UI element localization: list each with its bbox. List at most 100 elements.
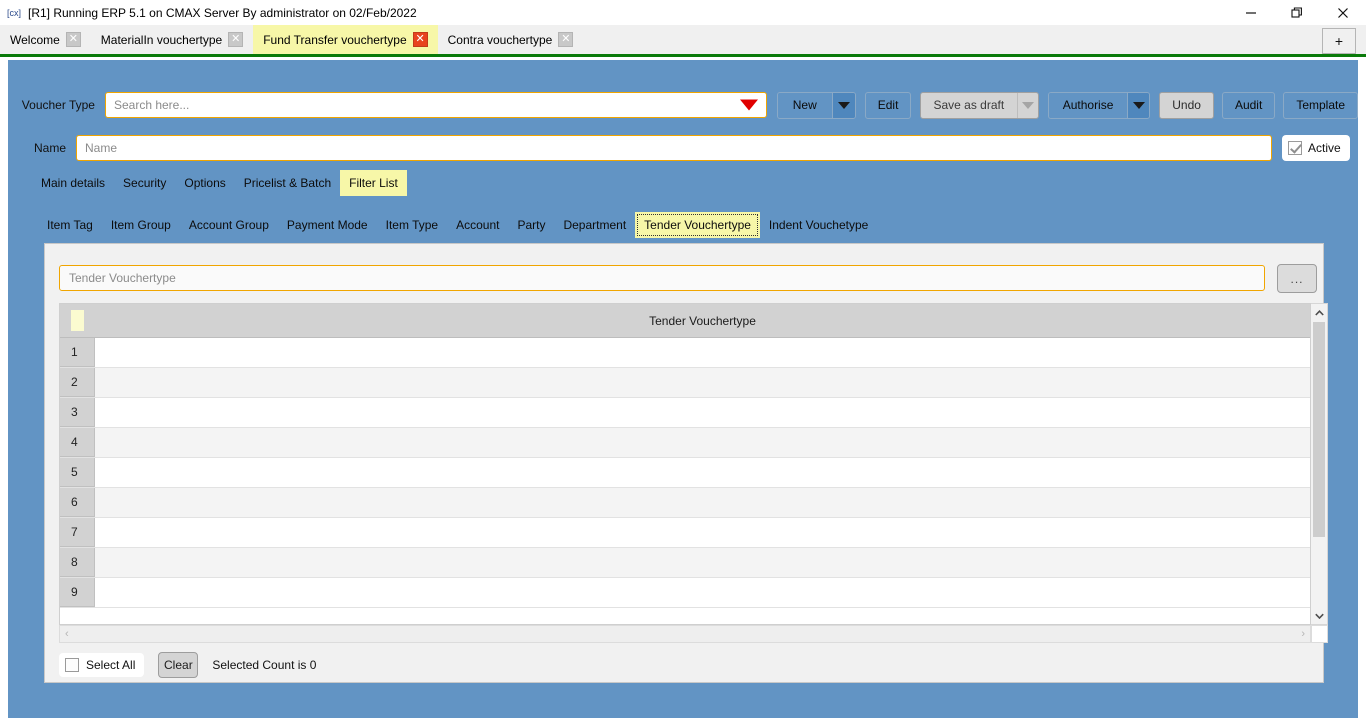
search-placeholder: Search here... (106, 98, 189, 112)
voucher-type-row: Voucher Type Search here... New Edit Sav… (8, 90, 1358, 120)
subtab-item-tag[interactable]: Item Tag (38, 212, 102, 238)
table-row[interactable]: 3 (60, 398, 1310, 428)
grid-corner-cell[interactable] (60, 304, 95, 337)
row-cell-tender-vouchertype[interactable] (95, 338, 1310, 367)
table-row[interactable]: 4 (60, 428, 1310, 458)
row-cell-tender-vouchertype[interactable] (95, 428, 1310, 457)
subtab-item-group[interactable]: Item Group (102, 212, 180, 238)
tab-close-icon[interactable]: ✕ (66, 32, 81, 47)
tab-filter-list[interactable]: Filter List (340, 170, 407, 196)
minimize-icon[interactable] (1228, 0, 1274, 25)
subtab-payment-mode[interactable]: Payment Mode (278, 212, 377, 238)
tab-close-icon[interactable]: ✕ (228, 32, 243, 47)
row-cell-tender-vouchertype[interactable] (95, 548, 1310, 577)
tender-vouchertype-input[interactable]: Tender Vouchertype (59, 265, 1265, 291)
filter-list-panel: Tender Vouchertype ... Tender Vouchertyp… (44, 243, 1324, 683)
checkbox-checked-icon (1288, 141, 1302, 155)
window-titlebar: [cx] [R1] Running ERP 5.1 on CMAX Server… (0, 0, 1366, 25)
tab-main-details[interactable]: Main details (32, 170, 114, 196)
checkbox-unchecked-icon (65, 658, 79, 672)
row-number: 4 (60, 428, 95, 457)
chevron-down-icon[interactable] (832, 93, 856, 118)
authorise-label: Authorise (1049, 93, 1127, 118)
chevron-down-icon[interactable] (1017, 93, 1038, 118)
scroll-left-icon[interactable]: ‹ (65, 628, 69, 640)
name-label: Name (8, 141, 76, 155)
subtab-account-group[interactable]: Account Group (180, 212, 278, 238)
tab-welcome[interactable]: Welcome ✕ (0, 25, 91, 54)
clear-button[interactable]: Clear (158, 652, 198, 678)
table-row[interactable]: 6 (60, 488, 1310, 518)
table-row[interactable]: 1 (60, 338, 1310, 368)
subtab-party[interactable]: Party (508, 212, 554, 238)
template-button[interactable]: Template (1283, 92, 1358, 119)
row-cell-tender-vouchertype[interactable] (95, 458, 1310, 487)
browse-button[interactable]: ... (1277, 264, 1317, 293)
close-icon[interactable] (1320, 0, 1366, 25)
document-tabstrip: Welcome ✕ MaterialIn vouchertype ✕ Fund … (0, 25, 1366, 57)
voucher-type-search-input[interactable]: Search here... (105, 92, 767, 118)
row-number: 5 (60, 458, 95, 487)
tab-security[interactable]: Security (114, 170, 175, 196)
main-panel: Voucher Type Search here... New Edit Sav… (8, 60, 1358, 718)
row-cell-tender-vouchertype[interactable] (95, 488, 1310, 517)
save-as-draft-button[interactable]: Save as draft (920, 92, 1039, 119)
new-tab-button[interactable]: + (1322, 28, 1356, 54)
scroll-right-icon[interactable]: › (1301, 628, 1305, 640)
tab-label: Contra vouchertype (448, 33, 553, 47)
selected-count-label: Selected Count is 0 (212, 658, 316, 672)
tab-materialin-vouchertype[interactable]: MaterialIn vouchertype ✕ (91, 25, 253, 54)
subtab-item-type[interactable]: Item Type (377, 212, 447, 238)
scroll-up-icon[interactable] (1311, 304, 1327, 321)
primary-tabs: Main details Security Options Pricelist … (32, 170, 407, 196)
row-cell-tender-vouchertype[interactable] (95, 398, 1310, 427)
tab-options[interactable]: Options (175, 170, 234, 196)
new-button[interactable]: New (777, 92, 857, 119)
row-number: 7 (60, 518, 95, 547)
row-cell-tender-vouchertype[interactable] (95, 368, 1310, 397)
subtab-indent-vouchetype[interactable]: Indent Vouchetype (760, 212, 877, 238)
chevron-down-icon[interactable] (1127, 93, 1149, 118)
save-as-draft-label: Save as draft (921, 93, 1017, 118)
dropdown-caret-icon[interactable] (740, 100, 758, 111)
authorise-button[interactable]: Authorise (1048, 92, 1150, 119)
row-number: 6 (60, 488, 95, 517)
name-input[interactable]: Name (76, 135, 1272, 161)
tab-label: Fund Transfer vouchertype (263, 33, 406, 47)
tab-close-icon[interactable]: ✕ (413, 32, 428, 47)
window-controls (1228, 0, 1366, 25)
grid-vertical-scrollbar[interactable] (1311, 303, 1328, 625)
undo-button[interactable]: Undo (1159, 92, 1214, 119)
row-cell-tender-vouchertype[interactable] (95, 518, 1310, 547)
name-placeholder: Name (77, 141, 117, 155)
active-checkbox[interactable]: Active (1282, 135, 1350, 161)
table-row[interactable]: 8 (60, 548, 1310, 578)
subtab-department[interactable]: Department (554, 212, 635, 238)
scrollbar-thumb[interactable] (1313, 322, 1325, 537)
row-cell-tender-vouchertype[interactable] (95, 578, 1310, 607)
table-row[interactable]: 9 (60, 578, 1310, 608)
tab-contra-vouchertype[interactable]: Contra vouchertype ✕ (438, 25, 584, 54)
active-label: Active (1308, 141, 1341, 155)
tab-fund-transfer-vouchertype[interactable]: Fund Transfer vouchertype ✕ (253, 25, 437, 54)
edit-button[interactable]: Edit (865, 92, 911, 119)
tab-pricelist-and-batch[interactable]: Pricelist & Batch (235, 170, 340, 196)
subtab-tender-vouchertype[interactable]: Tender Vouchertype (635, 212, 760, 238)
grid-column-header[interactable]: Tender Vouchertype (95, 314, 1310, 328)
restore-icon[interactable] (1274, 0, 1320, 25)
table-row[interactable]: 5 (60, 458, 1310, 488)
grid-corner-marker-icon (71, 310, 84, 331)
table-row[interactable]: 2 (60, 368, 1310, 398)
select-all-checkbox[interactable]: Select All (59, 653, 144, 677)
row-number: 9 (60, 578, 95, 607)
tab-close-icon[interactable]: ✕ (558, 32, 573, 47)
audit-button[interactable]: Audit (1222, 92, 1275, 119)
grid-footer-controls: Select All Clear Selected Count is 0 (59, 652, 316, 678)
scroll-down-icon[interactable] (1311, 607, 1327, 624)
subtab-account[interactable]: Account (447, 212, 508, 238)
tab-label: MaterialIn vouchertype (101, 33, 222, 47)
table-row[interactable]: 7 (60, 518, 1310, 548)
grid-horizontal-scrollbar[interactable]: ‹ › (59, 625, 1311, 643)
voucher-type-label: Voucher Type (8, 98, 105, 112)
app-icon: [cx] (6, 5, 22, 21)
